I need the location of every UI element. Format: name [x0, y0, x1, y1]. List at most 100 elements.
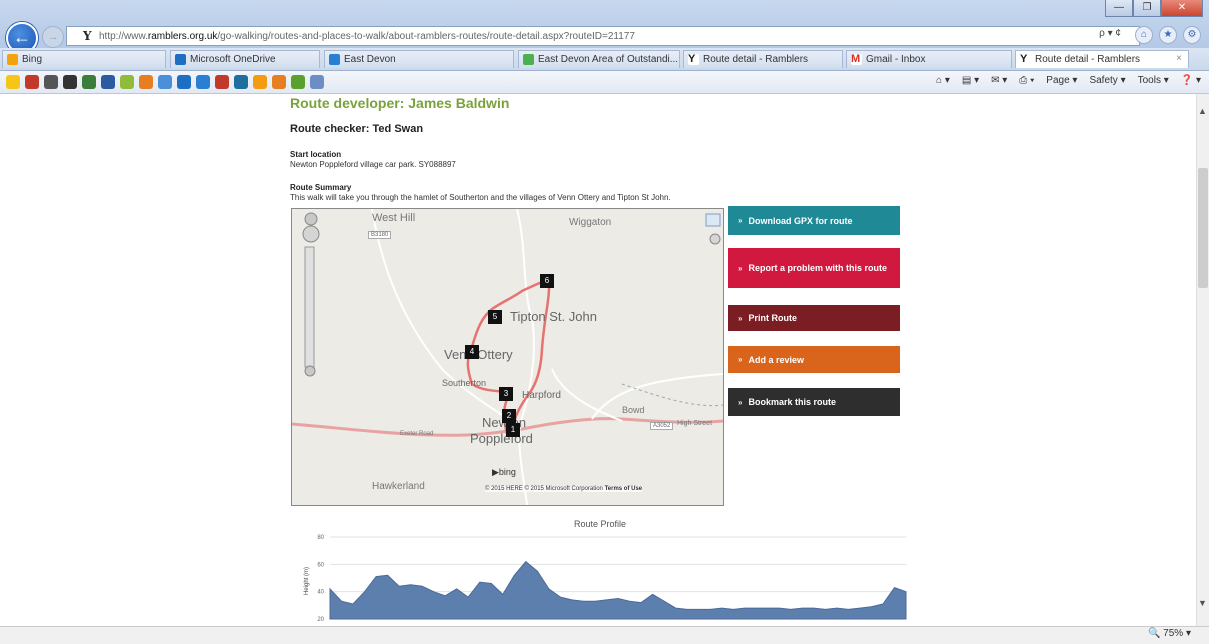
east-devon-icon: [329, 54, 340, 65]
tab-onedrive[interactable]: Microsoft OneDrive: [170, 50, 320, 68]
favorites-icons: [6, 75, 324, 89]
map-road-badge: A3052: [650, 422, 674, 430]
scroll-down-icon[interactable]: ▼: [1198, 598, 1207, 608]
chart-ytick-label: 20: [317, 617, 324, 623]
map-label-harpford: Harpford: [522, 390, 561, 401]
favorite-link-icon[interactable]: [6, 75, 20, 89]
chevron-right-icon: »: [738, 263, 743, 273]
tab-east-devon[interactable]: East Devon: [324, 50, 514, 68]
map-label-west-hill: West Hill: [372, 212, 416, 224]
maximize-button[interactable]: ❐: [1133, 0, 1161, 17]
chevron-right-icon: »: [738, 313, 743, 323]
window-controls: — ❐ ✕: [1105, 0, 1203, 18]
bing-logo: ▶bing: [492, 467, 516, 477]
tab-route-detail-1[interactable]: Y Route detail - Ramblers: [683, 50, 843, 68]
ramblers-icon: Y: [1020, 54, 1031, 65]
favorite-link-icon[interactable]: [63, 75, 77, 89]
scroll-up-icon[interactable]: ▲: [1198, 106, 1207, 116]
map-label-hawkerland: Hawkerland: [372, 481, 425, 492]
route-summary-text: This walk will take you through the haml…: [290, 193, 671, 202]
mail-icon[interactable]: ✉ ▾: [991, 75, 1007, 86]
minimize-button[interactable]: —: [1105, 0, 1133, 17]
chart-ytick-label: 80: [317, 535, 324, 541]
route-map[interactable]: West Hill Wiggaton Tipton St. John Venn …: [291, 208, 724, 506]
report-problem-button[interactable]: » Report a problem with this route: [728, 248, 900, 288]
chart-ytick-label: 60: [317, 562, 324, 568]
home-menu-icon[interactable]: ⌂ ▾: [936, 75, 950, 86]
page-menu[interactable]: Page ▾: [1046, 75, 1077, 86]
onedrive-icon: [175, 54, 186, 65]
tab-bing[interactable]: Bing: [2, 50, 166, 68]
tabs-bar: Bing Microsoft OneDrive East Devon East …: [0, 48, 1209, 71]
favorite-link-icon[interactable]: [272, 75, 286, 89]
address-tools[interactable]: ρ ▾ ¢: [1099, 28, 1121, 39]
tools-menu[interactable]: Tools ▾: [1138, 75, 1169, 86]
route-checker: Route checker: Ted Swan: [290, 123, 424, 135]
favorite-link-icon[interactable]: [120, 75, 134, 89]
settings-gear-icon[interactable]: ⚙: [1183, 26, 1201, 44]
route-summary-label: Route Summary: [290, 183, 352, 192]
map-label-southerton: Southerton: [442, 378, 487, 388]
favorites-command-bar: ⌂ ▾ ▤ ▾ ✉ ▾ ⎙ ▾ Page ▾ Safety ▾ Tools ▾ …: [0, 71, 1209, 94]
tab-route-detail-active[interactable]: Y Route detail - Ramblers ×: [1015, 50, 1189, 68]
print-route-button[interactable]: » Print Route: [728, 305, 900, 331]
route-marker[interactable]: 4: [465, 345, 479, 359]
download-gpx-button[interactable]: » Download GPX for route: [728, 206, 900, 235]
gmail-icon: M: [851, 53, 862, 65]
command-items: ⌂ ▾ ▤ ▾ ✉ ▾ ⎙ ▾ Page ▾ Safety ▾ Tools ▾ …: [936, 75, 1201, 86]
start-location-label: Start location: [290, 150, 342, 159]
favorite-link-icon[interactable]: [291, 75, 305, 89]
close-button[interactable]: ✕: [1161, 0, 1203, 17]
favorite-link-icon[interactable]: [253, 75, 267, 89]
favorite-link-icon[interactable]: [310, 75, 324, 89]
chevron-right-icon: »: [738, 355, 743, 364]
chevron-right-icon: »: [738, 216, 743, 225]
terms-of-use-link[interactable]: Terms of Use: [605, 486, 643, 492]
favorite-link-icon[interactable]: [139, 75, 153, 89]
route-marker[interactable]: 3: [499, 387, 513, 401]
site-favicon-icon: Y: [83, 29, 92, 43]
favorite-link-icon[interactable]: [215, 75, 229, 89]
aonb-icon: [523, 54, 534, 65]
route-profile-chart: Route Profile Height (m) 80 60 40 20: [304, 519, 907, 623]
add-review-button[interactable]: » Add a review: [728, 346, 900, 373]
home-icon[interactable]: ⌂: [1135, 26, 1153, 44]
favorite-link-icon[interactable]: [25, 75, 39, 89]
start-location-text: Newton Poppleford village car park. SY08…: [290, 160, 456, 169]
forward-button[interactable]: →: [42, 26, 64, 48]
favorite-link-icon[interactable]: [177, 75, 191, 89]
tab-east-devon-aonb[interactable]: East Devon Area of Outstandi...: [518, 50, 680, 68]
safety-menu[interactable]: Safety ▾: [1089, 75, 1125, 86]
close-tab-icon[interactable]: ×: [1176, 53, 1182, 64]
route-marker[interactable]: 1: [506, 423, 520, 437]
help-icon[interactable]: ❓ ▾: [1181, 75, 1201, 86]
map-road-badge: B3180: [368, 231, 392, 239]
favorite-link-icon[interactable]: [82, 75, 96, 89]
favorite-link-icon[interactable]: [101, 75, 115, 89]
chart-ytick-label: 40: [317, 590, 324, 596]
zoom-level[interactable]: 🔍 75% ▾: [1148, 628, 1191, 639]
scrollbar-thumb[interactable]: [1198, 168, 1208, 288]
map-copyright: © 2015 HERE © 2015 Microsoft Corporation…: [485, 486, 643, 492]
map-label-wiggaton: Wiggaton: [569, 217, 612, 228]
map-label-bowd: Bowd: [622, 405, 645, 415]
route-marker[interactable]: 2: [502, 409, 516, 423]
address-bar[interactable]: Y http://www.ramblers.org.uk/go-walking/…: [66, 26, 1140, 46]
route-marker[interactable]: 6: [540, 274, 554, 288]
favorite-link-icon[interactable]: [234, 75, 248, 89]
favorite-link-icon[interactable]: [44, 75, 58, 89]
favorites-star-icon[interactable]: ★: [1159, 26, 1177, 44]
map-label-tipton: Tipton St. John: [510, 309, 597, 324]
map-label-poppleford: Poppleford: [470, 431, 533, 446]
chart-title: Route Profile: [574, 519, 626, 529]
route-marker[interactable]: 5: [488, 310, 502, 324]
feeds-icon[interactable]: ▤ ▾: [962, 75, 979, 86]
print-icon[interactable]: ⎙ ▾: [1019, 75, 1034, 86]
tab-gmail[interactable]: M Gmail - Inbox: [846, 50, 1012, 68]
favorite-link-icon[interactable]: [158, 75, 172, 89]
map-label-exeter-road: Exeter Road: [400, 431, 434, 437]
chart-ylabel: Height (m): [304, 567, 310, 595]
ramblers-icon: Y: [688, 54, 699, 65]
bookmark-route-button[interactable]: » Bookmark this route: [728, 388, 900, 416]
favorite-link-icon[interactable]: [196, 75, 210, 89]
